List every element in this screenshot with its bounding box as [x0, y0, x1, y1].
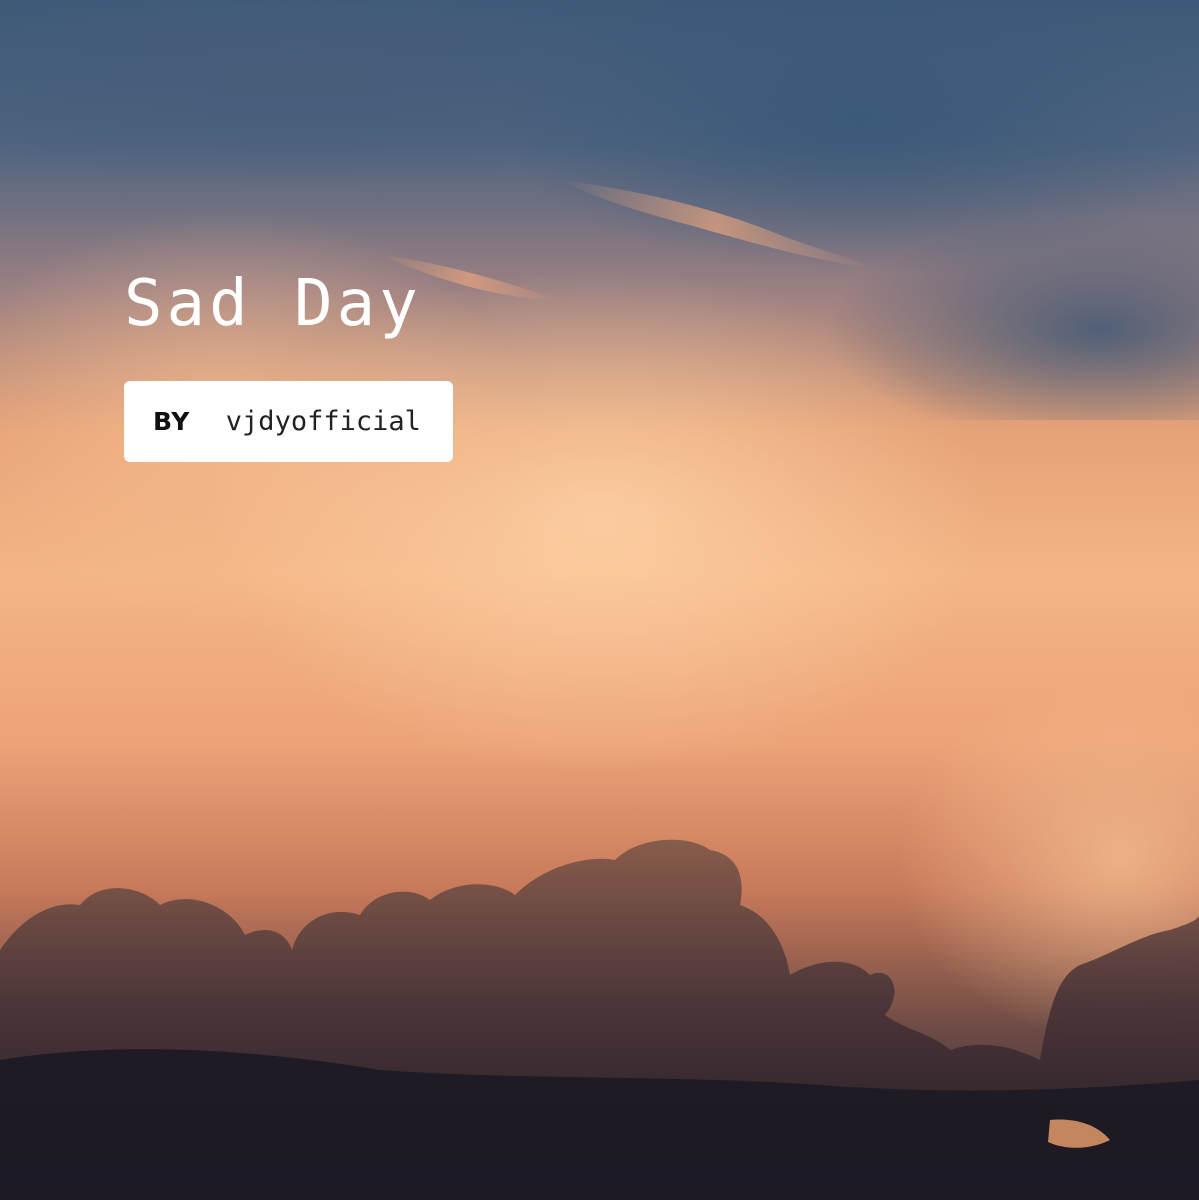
author-credit-badge: BY vjdyofficial — [124, 381, 453, 462]
author-name: vjdyofficial — [225, 406, 421, 437]
storm-clouds-image — [0, 180, 1199, 1200]
credit-prefix: BY — [153, 407, 190, 436]
song-title: Sad Day — [124, 267, 422, 341]
cover-artwork: Sad Day BY vjdyofficial — [0, 0, 1199, 1200]
